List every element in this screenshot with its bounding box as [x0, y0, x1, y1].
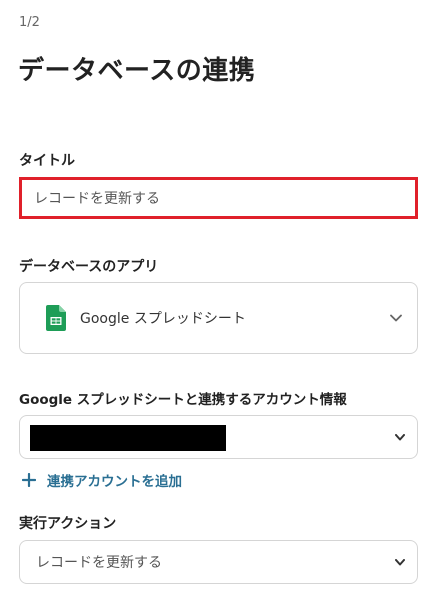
google-sheets-icon — [46, 305, 66, 331]
chevron-down-icon — [389, 311, 403, 325]
selected-action: レコードを更新する — [36, 555, 162, 571]
add-account-label: 連携アカウントを追加 — [47, 474, 182, 490]
step-indicator: 1/2 — [19, 15, 40, 30]
redacted-account-name — [30, 425, 226, 451]
add-account-link[interactable]: 連携アカウントを追加 — [21, 469, 182, 491]
action-field-label: 実行アクション — [19, 516, 117, 532]
app-field-label: データベースのアプリ — [19, 259, 159, 275]
account-select-dropdown[interactable] — [19, 415, 418, 459]
action-select-dropdown[interactable]: レコードを更新する — [19, 540, 418, 584]
chevron-down-icon — [393, 555, 407, 569]
title-field-label: タイトル — [19, 153, 75, 169]
chevron-down-icon — [393, 430, 407, 444]
title-input[interactable] — [22, 180, 415, 216]
plus-icon — [21, 470, 37, 490]
title-input-highlight — [19, 177, 418, 219]
app-select-dropdown[interactable]: Google スプレッドシート — [19, 282, 418, 354]
page-title: データベースの連携 — [18, 56, 256, 86]
selected-app-name: Google スプレッドシート — [80, 311, 246, 327]
account-field-label: Google スプレッドシートと連携するアカウント情報 — [19, 392, 347, 408]
